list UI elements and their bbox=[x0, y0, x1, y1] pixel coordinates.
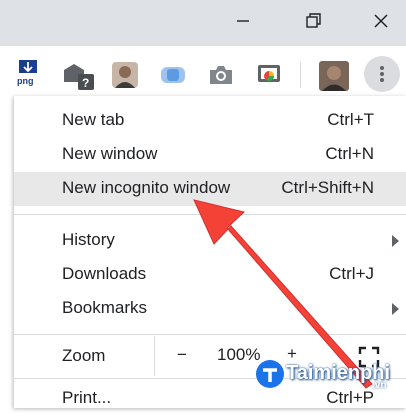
watermark-suffix: .vn bbox=[372, 380, 387, 391]
taimienphi-watermark: Taimienphi .vn bbox=[254, 356, 406, 392]
annotation-arrow-icon bbox=[193, 199, 373, 389]
watermark-logo-icon bbox=[256, 360, 284, 388]
